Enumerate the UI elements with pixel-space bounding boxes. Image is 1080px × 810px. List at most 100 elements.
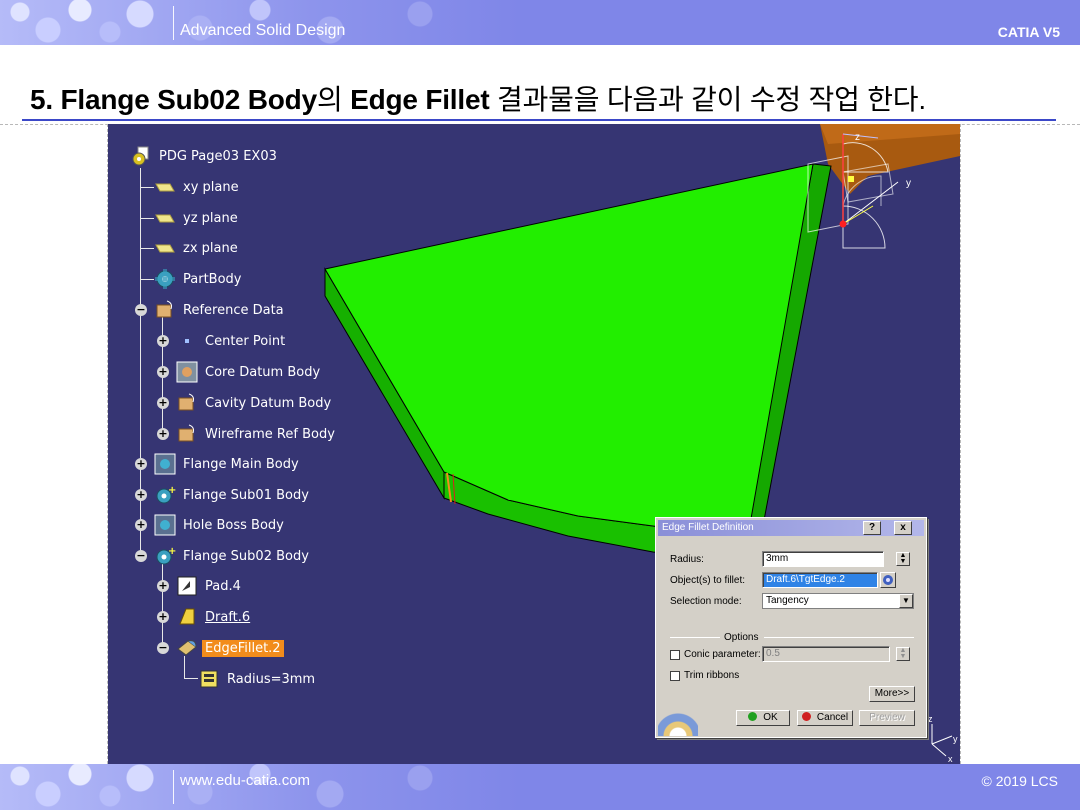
expand-toggle-pad4[interactable]: +: [157, 580, 169, 592]
expand-toggle-center-point[interactable]: +: [157, 335, 169, 347]
point-icon: [176, 330, 198, 352]
mini-compass: [931, 724, 953, 757]
guide-line-right: [960, 124, 961, 764]
tree-connector: [140, 218, 154, 219]
edge-fillet-dialog[interactable]: Edge Fillet Definition ? x Radius: 3mm ▲…: [655, 517, 927, 738]
tree-item-label: xy plane: [183, 179, 239, 195]
tree-item-label: Flange Main Body: [183, 456, 299, 472]
trim-ribbons-checkbox[interactable]: [670, 671, 680, 681]
selection-mode-dropdown[interactable]: Tangency: [762, 593, 914, 609]
mini-axis-label-x: x: [948, 754, 953, 764]
expand-toggle-flange-sub01[interactable]: +: [135, 489, 147, 501]
tree-item-label: Radius=3mm: [227, 671, 316, 687]
tree-item-label-selected: EdgeFillet.2: [202, 639, 284, 657]
edge-fillet-icon: [176, 637, 198, 659]
datum-body-icon: [176, 361, 198, 383]
title-part-4: 결과물을 다음과 같이 수정 작업 한다.: [489, 84, 926, 115]
tree-item-label: Hole Boss Body: [183, 517, 284, 533]
expand-toggle-cavity-datum[interactable]: +: [157, 397, 169, 409]
header-band: Advanced Solid Design CATIA V5: [0, 0, 1080, 45]
title-part-3: Edge Fillet: [350, 84, 490, 115]
tree-item-pad4[interactable]: Pad.4: [176, 574, 244, 598]
specification-tree[interactable]: PDG Page03 EX03 xy plane yz plane zx pla…: [108, 124, 528, 764]
close-button[interactable]: x: [894, 521, 912, 535]
title-part-2: 의: [316, 84, 351, 115]
collapse-toggle-flange-sub02[interactable]: −: [135, 550, 147, 562]
tree-item-label: zx plane: [183, 240, 238, 256]
tree-item-draft6[interactable]: Draft.6: [176, 605, 253, 629]
slide-title: 5. Flange Sub02 Body의 Edge Fillet 결과물을 다…: [30, 78, 926, 118]
tree-item-flange-main-body[interactable]: Flange Main Body: [154, 452, 302, 476]
copyright-text: © 2019 LCS: [981, 773, 1058, 789]
tree-item-partbody[interactable]: PartBody: [154, 267, 244, 291]
tree-connector: [140, 187, 154, 188]
title-underline: [22, 119, 1056, 121]
tree-root[interactable]: PDG Page03 EX03: [130, 144, 280, 168]
title-part-1: 5. Flange Sub02 Body: [30, 84, 317, 115]
selection-mode-label: Selection mode:: [670, 596, 742, 607]
edge-selection-icon[interactable]: [880, 572, 896, 588]
objects-to-fillet-field[interactable]: Draft.6\TgtEdge.2: [762, 572, 878, 588]
tree-item-center-point[interactable]: Center Point: [176, 329, 288, 353]
svg-text:+: +: [168, 485, 176, 496]
tree-item-wireframe-ref-body[interactable]: Wireframe Ref Body: [176, 422, 338, 446]
expand-toggle-core-datum[interactable]: +: [157, 366, 169, 378]
expand-toggle-flange-main[interactable]: +: [135, 458, 147, 470]
tree-root-label: PDG Page03 EX03: [159, 148, 277, 164]
geometrical-set-hand-icon: [176, 392, 198, 414]
options-separator-left: [670, 637, 720, 638]
body-gear-plus-icon: +: [154, 545, 176, 567]
tree-item-label: Center Point: [205, 333, 286, 349]
ok-button[interactable]: OK: [736, 710, 790, 726]
website-link[interactable]: www.edu-catia.com: [180, 772, 310, 789]
tree-item-cavity-datum-body[interactable]: Cavity Datum Body: [176, 391, 334, 415]
preview-button[interactable]: Preview: [859, 710, 915, 726]
axis-label-y: y: [906, 178, 911, 189]
geometrical-set-hand-icon: [154, 299, 176, 321]
expand-toggle-hole-boss[interactable]: +: [135, 519, 147, 531]
radius-spinner[interactable]: ▲ ▼: [896, 552, 910, 566]
selection-mode-value: Tangency: [766, 595, 809, 606]
tree-item-label: yz plane: [183, 210, 238, 226]
tree-item-zx-plane[interactable]: zx plane: [154, 236, 241, 260]
collapse-toggle-edgefillet2[interactable]: −: [157, 642, 169, 654]
tree-connector: [140, 248, 154, 249]
mini-axis-label-y: y: [953, 734, 958, 744]
svg-text:+: +: [168, 546, 176, 557]
expand-toggle-draft6[interactable]: +: [157, 611, 169, 623]
plane-icon: [154, 237, 176, 259]
conic-parameter-checkbox[interactable]: [670, 650, 680, 660]
dialog-title-bar[interactable]: Edge Fillet Definition: [658, 520, 924, 536]
tree-item-reference-data[interactable]: Reference Data: [154, 298, 287, 322]
tree-item-hole-boss-body[interactable]: Hole Boss Body: [154, 513, 287, 537]
footer-separator: [173, 770, 174, 804]
collapse-toggle-reference-data[interactable]: −: [135, 304, 147, 316]
tree-item-radius-parameter[interactable]: Radius=3mm: [198, 667, 318, 691]
tree-item-label: Cavity Datum Body: [205, 395, 332, 411]
tree-item-label: Pad.4: [205, 578, 241, 594]
radius-label: Radius:: [670, 554, 704, 565]
body-icon: [154, 514, 176, 536]
plane-icon: [154, 176, 176, 198]
conic-parameter-input[interactable]: 0.5: [762, 646, 890, 662]
tree-item-flange-sub01-body[interactable]: + Flange Sub01 Body: [154, 483, 312, 507]
header-separator: [173, 6, 174, 40]
more-button[interactable]: More>>: [869, 686, 915, 702]
geometrical-set-hand-icon: [176, 423, 198, 445]
cancel-button[interactable]: Cancel: [797, 710, 853, 726]
radius-input[interactable]: 3mm: [762, 551, 884, 567]
help-button[interactable]: ?: [863, 521, 881, 535]
tree-item-core-datum-body[interactable]: Core Datum Body: [176, 360, 323, 384]
conic-parameter-spinner[interactable]: ▲ ▼: [896, 647, 910, 661]
tree-item-flange-sub02-body[interactable]: + Flange Sub02 Body: [154, 544, 312, 568]
draft-icon: [176, 606, 198, 628]
tree-connector: [140, 279, 154, 280]
tree-item-yz-plane[interactable]: yz plane: [154, 206, 241, 230]
tree-item-edgefillet2[interactable]: EdgeFillet.2: [176, 636, 284, 660]
chevron-down-icon[interactable]: ▼: [899, 594, 913, 608]
tree-item-xy-plane[interactable]: xy plane: [154, 175, 242, 199]
expand-toggle-wireframe-ref[interactable]: +: [157, 428, 169, 440]
options-separator-right: [764, 637, 914, 638]
mini-axis-label-z: z: [928, 714, 933, 724]
axis-label-z: z: [855, 132, 860, 143]
